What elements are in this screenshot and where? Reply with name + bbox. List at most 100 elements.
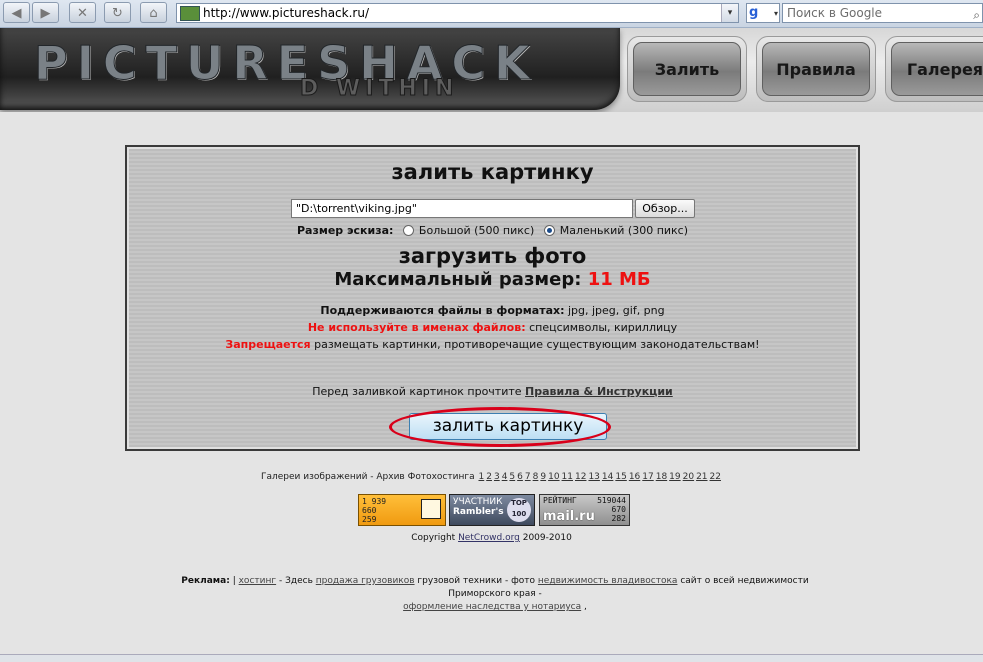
browse-button[interactable]: Обзор... [635,199,695,218]
ad-link-realty[interactable]: недвижимость владивостока [538,576,678,586]
gallery-page-link[interactable]: 12 [575,472,586,482]
nav-upload-label: Залить [633,42,741,96]
mailru-logo: mail.ru [543,509,595,524]
max-size-value: 11 МБ [587,269,651,290]
read-rules-line: Перед заливкой картинок прочтите Правила… [127,385,858,398]
gallery-pages-label: Галереи изображений - Архив Фотохостинга [261,472,475,482]
search-placeholder: Поиск в Google [787,6,883,20]
ads-label: Реклама: [181,576,230,586]
logo-panel: PICTURESHACK D WITHIN [0,28,620,110]
gallery-page-link[interactable]: 15 [615,472,626,482]
thumbnail-size-row: Размер эскиза: Большой (500 пикс) Малень… [127,224,858,238]
search-icon[interactable]: ⌕ [973,6,980,24]
size-large-label: Большой (500 пикс) [418,224,535,237]
ad-link-notary[interactable]: оформление наследства у нотариуса [403,602,581,612]
formats-value: jpg, jpeg, gif, png [567,304,665,317]
size-small-radio[interactable] [543,224,555,236]
top100-badge-icon: TOP 100 [507,498,531,522]
copyright-years: 2009-2010 [522,533,572,543]
gallery-page-link[interactable]: 16 [629,472,640,482]
size-large-radio[interactable] [402,224,414,236]
max-size-line: Максимальный размер: 11 МБ [127,269,858,290]
site-logo-tagline: D WITHIN [299,76,459,102]
google-icon: g [749,5,759,20]
gallery-page-link[interactable]: 21 [696,472,707,482]
rating-value: 519044 [597,496,626,505]
address-bar[interactable]: http://www.pictureshack.ru/ ▾ [176,3,739,23]
gallery-page-link[interactable]: 17 [642,472,653,482]
gallery-page-link[interactable]: 9 [540,472,546,482]
counters-row: 1 939 660 259 УЧАСТНИК Rambler's TOP 100… [358,494,630,526]
forbidden-line: Запрещается размещать картинки, противор… [127,338,858,351]
ad-text: грузовой техники - фото [417,576,536,586]
browser-toolbar: ◀ ▶ ✕ ↻ ⌂ http://www.pictureshack.ru/ ▾ … [0,0,983,28]
gallery-page-link[interactable]: 6 [517,472,523,482]
gallery-page-link[interactable]: 8 [533,472,539,482]
arrow-icon [421,499,441,519]
ad-text: - Здесь [278,576,313,586]
gallery-page-link[interactable]: 3 [494,472,500,482]
favicon-icon [180,6,200,21]
gallery-page-link[interactable]: 11 [562,472,573,482]
site-header: PICTURESHACK D WITHIN Залить Правила Гал… [0,28,983,112]
filename-warning-label: Не используйте в именах файлов: [307,321,526,334]
gallery-page-link[interactable]: 4 [502,472,508,482]
search-engine-selector[interactable]: g ▾ [746,3,780,23]
upload-submit-button[interactable]: залить картинку [409,413,607,440]
rating-title: РЕЙТИНГ [543,496,577,505]
ad-text: , [584,602,587,612]
rating-title-row: РЕЙТИНГ 519044 [543,496,626,505]
reload-icon[interactable]: ↻ [104,2,131,23]
copyright: Copyright NetCrowd.org 2009-2010 [0,533,983,543]
read-rules-text: Перед заливкой картинок прочтите [312,385,522,398]
liveinternet-counter[interactable]: 1 939 660 259 [358,494,446,526]
nav-upload-button[interactable]: Залить [627,36,747,102]
gallery-page-link[interactable]: 20 [683,472,694,482]
forbidden-label: Запрещается [225,338,311,351]
ads-separator: | [232,576,236,586]
filename-warning-value: спецсимволы, кириллицу [529,321,678,334]
upload-heading: загрузить фото [398,244,587,268]
gallery-page-link[interactable]: 14 [602,472,613,482]
gallery-page-link[interactable]: 13 [588,472,599,482]
form-title: залить картинку [391,160,594,184]
rules-link[interactable]: Правила & Инструкции [525,385,673,398]
upload-form-panel: залить картинку "D:\torrent\viking.jpg" … [125,145,860,451]
size-small-label: Маленький (300 пикс) [559,224,689,237]
gallery-page-link[interactable]: 22 [710,472,721,482]
mailru-rating-counter[interactable]: РЕЙТИНГ 519044 670 282 mail.ru [539,494,630,526]
gallery-page-link[interactable]: 2 [486,472,492,482]
gallery-page-link[interactable]: 1 [478,472,484,482]
chevron-down-icon[interactable]: ▾ [721,4,738,22]
search-input[interactable]: Поиск в Google ⌕ [782,3,983,23]
forward-arrow-icon[interactable]: ▶ [32,2,59,23]
gallery-page-links: 1 2 3 4 5 6 7 8 9 10 11 12 13 14 15 16 17 18 19 20 21 22 [477,472,722,482]
formats-label: Поддерживаются файлы в форматах: [320,304,565,317]
site-logo[interactable]: PICTURESHACK [34,36,539,91]
nav-rules-label: Правила [762,42,870,96]
gallery-page-link[interactable]: 18 [656,472,667,482]
ads-block: Реклама: | хостинг - Здесь продажа грузо… [150,575,840,614]
copyright-prefix: Copyright [411,533,456,543]
gallery-page-link[interactable]: 19 [669,472,680,482]
chevron-down-icon: ▾ [773,9,778,18]
formats-line: Поддерживаются файлы в форматах: jpg, jp… [127,304,858,317]
ad-link-hosting[interactable]: хостинг [239,576,277,586]
address-bar-url: http://www.pictureshack.ru/ [203,6,369,20]
thumbnail-size-label: Размер эскиза: [296,224,394,237]
file-path-input[interactable]: "D:\torrent\viking.jpg" [291,199,633,218]
gallery-page-link[interactable]: 5 [509,472,515,482]
gallery-page-link[interactable]: 10 [548,472,559,482]
ad-link-trucks[interactable]: продажа грузовиков [316,576,415,586]
nav-rules-button[interactable]: Правила [756,36,876,102]
copyright-link[interactable]: NetCrowd.org [458,533,520,543]
rambler-top100-counter[interactable]: УЧАСТНИК Rambler's TOP 100 [449,494,535,526]
gallery-pages: Галереи изображений - Архив Фотохостинга… [0,472,983,482]
back-arrow-icon[interactable]: ◀ [3,2,30,23]
nav-gallery-button[interactable]: Галерея [885,36,983,102]
forbidden-value: размещать картинки, противоречащие сущес… [314,338,760,351]
gallery-page-link[interactable]: 7 [525,472,531,482]
home-icon[interactable]: ⌂ [140,2,167,23]
filename-warning-line: Не используйте в именах файлов: спецсимв… [127,321,858,334]
stop-icon[interactable]: ✕ [69,2,96,23]
